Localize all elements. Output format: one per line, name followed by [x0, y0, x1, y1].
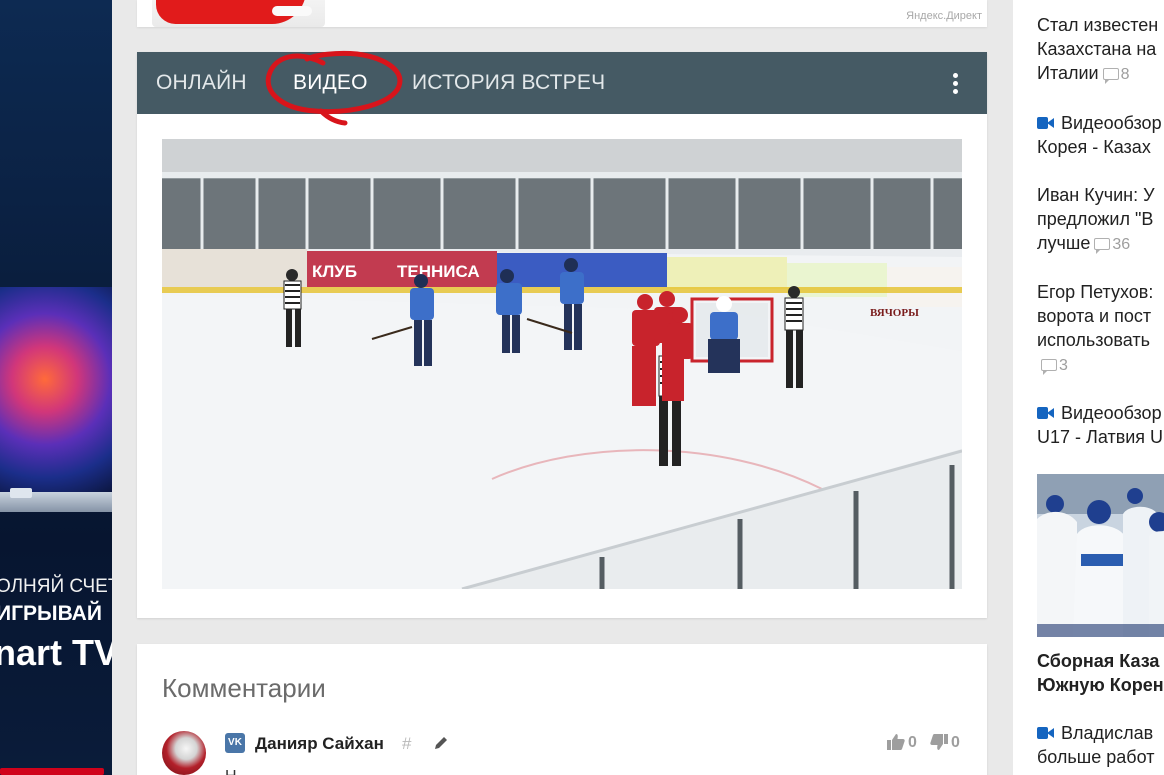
news-item[interactable]: Егор Петухов: ворота и пост использовать… [1037, 280, 1164, 378]
video-camera-icon [1037, 407, 1055, 419]
news-photo[interactable] [1037, 474, 1164, 637]
news-item[interactable]: Видеообзор Корея - Казах [1037, 111, 1164, 159]
board-ad-text-1: КЛУБ [312, 262, 357, 281]
news-title-line: Южную Корен [1037, 675, 1164, 695]
ad-source-label[interactable]: Яндекс.Директ [906, 10, 982, 22]
hockey-team-photo [1037, 474, 1164, 637]
ad-button[interactable] [0, 768, 104, 775]
tv-foot [10, 488, 32, 498]
comment-icon [1041, 359, 1057, 375]
sponsored-card[interactable]: Яндекс.Директ [137, 0, 987, 27]
hockey-video-frame: КЛУБ ТЕННИСА ВЯЧОРЫ [162, 139, 962, 589]
tab-bar: ОНЛАЙН ВИДЕО ИСТОРИЯ ВСТРЕЧ [137, 50, 987, 126]
left-advertisement[interactable]: ОЛНЯЙ СЧЕТ ИГРЫВАЙ nart TV [0, 0, 112, 775]
thumbs-down-icon [930, 734, 948, 750]
board-ad-text-2: ТЕННИСА [397, 262, 480, 281]
comment-icon [1102, 68, 1119, 84]
news-title-line: U17 - Латвия U [1037, 427, 1164, 447]
more-options-icon[interactable] [952, 73, 960, 95]
comment-count: 36 [1112, 236, 1131, 253]
news-title-line: Сборная Каза [1037, 651, 1160, 671]
news-title-line: Видеообзор [1061, 113, 1162, 133]
board-ad-text-3: ВЯЧОРЫ [870, 307, 919, 319]
comments-section: Комментарии VK Данияр Сайхан # 0 0 Н [137, 644, 987, 775]
news-title-line: Корея - Казах [1037, 137, 1151, 157]
thumbs-up-icon [887, 734, 905, 750]
news-title-line: ворота и пост [1037, 306, 1152, 326]
dislike-count: 0 [951, 734, 960, 751]
news-title-line: больше работ [1037, 747, 1155, 767]
news-item[interactable]: Видеообзор U17 - Латвия U [1037, 401, 1164, 449]
news-title-line: лучше [1037, 233, 1091, 253]
vk-icon: VK [225, 733, 245, 753]
news-title-line: Стал известен [1037, 15, 1159, 35]
news-title-line: Казахстана на [1037, 39, 1157, 59]
tab-online[interactable]: ОНЛАЙН [156, 71, 247, 95]
comment-count: 8 [1120, 66, 1130, 83]
ad-text-line-3: nart TV [0, 632, 112, 673]
match-media-card: ОНЛАЙН ВИДЕО ИСТОРИЯ ВСТРЕЧ КЛУБ ТЕННИСА… [137, 50, 987, 618]
video-camera-icon [1037, 117, 1055, 129]
news-item[interactable]: Стал известен Казахстана на Италии 8 [1037, 13, 1164, 87]
news-item[interactable]: Иван Кучин: У предложил "В лучше 36 [1037, 183, 1164, 257]
comment-icon [1094, 238, 1111, 254]
news-sidebar: Стал известен Казахстана на Италии 8 Виде… [1013, 0, 1164, 775]
avatar[interactable] [162, 731, 206, 775]
video-player[interactable]: КЛУБ ТЕННИСА ВЯЧОРЫ [162, 139, 962, 589]
comment-author[interactable]: Данияр Сайхан [255, 734, 384, 754]
news-title-line: Владислав [1061, 723, 1154, 743]
sneaker-ad-image[interactable] [152, 0, 325, 27]
comment-count: 3 [1059, 357, 1068, 374]
like-count: 0 [908, 734, 917, 751]
news-title-line: Италии [1037, 63, 1099, 83]
video-camera-icon [1037, 727, 1055, 739]
comments-title: Комментарии [162, 673, 326, 703]
news-title-line: Егор Петухов: [1037, 282, 1154, 302]
ad-text-line-1: ОЛНЯЙ СЧЕТ [0, 576, 112, 597]
comment-permalink[interactable]: # [402, 734, 411, 754]
news-item[interactable]: Сборная Каза Южную Корен [1037, 649, 1164, 697]
news-item[interactable]: Владислав больше работ [1037, 721, 1164, 769]
tab-video[interactable]: ВИДЕО [293, 71, 368, 95]
like-button[interactable]: 0 [887, 734, 917, 752]
ad-text-line-2: ИГРЫВАЙ [0, 602, 102, 625]
comment-text: Н [225, 768, 237, 775]
news-title-line: использовать [1037, 330, 1150, 350]
pencil-icon[interactable] [433, 735, 449, 751]
tab-match-history[interactable]: ИСТОРИЯ ВСТРЕЧ [412, 71, 605, 95]
news-title-line: Видеообзор [1061, 403, 1162, 423]
news-title-line: Иван Кучин: У [1037, 185, 1155, 205]
news-title-line: предложил "В [1037, 209, 1154, 229]
tv-screen-image [0, 287, 112, 492]
dislike-button[interactable]: 0 [930, 734, 960, 752]
